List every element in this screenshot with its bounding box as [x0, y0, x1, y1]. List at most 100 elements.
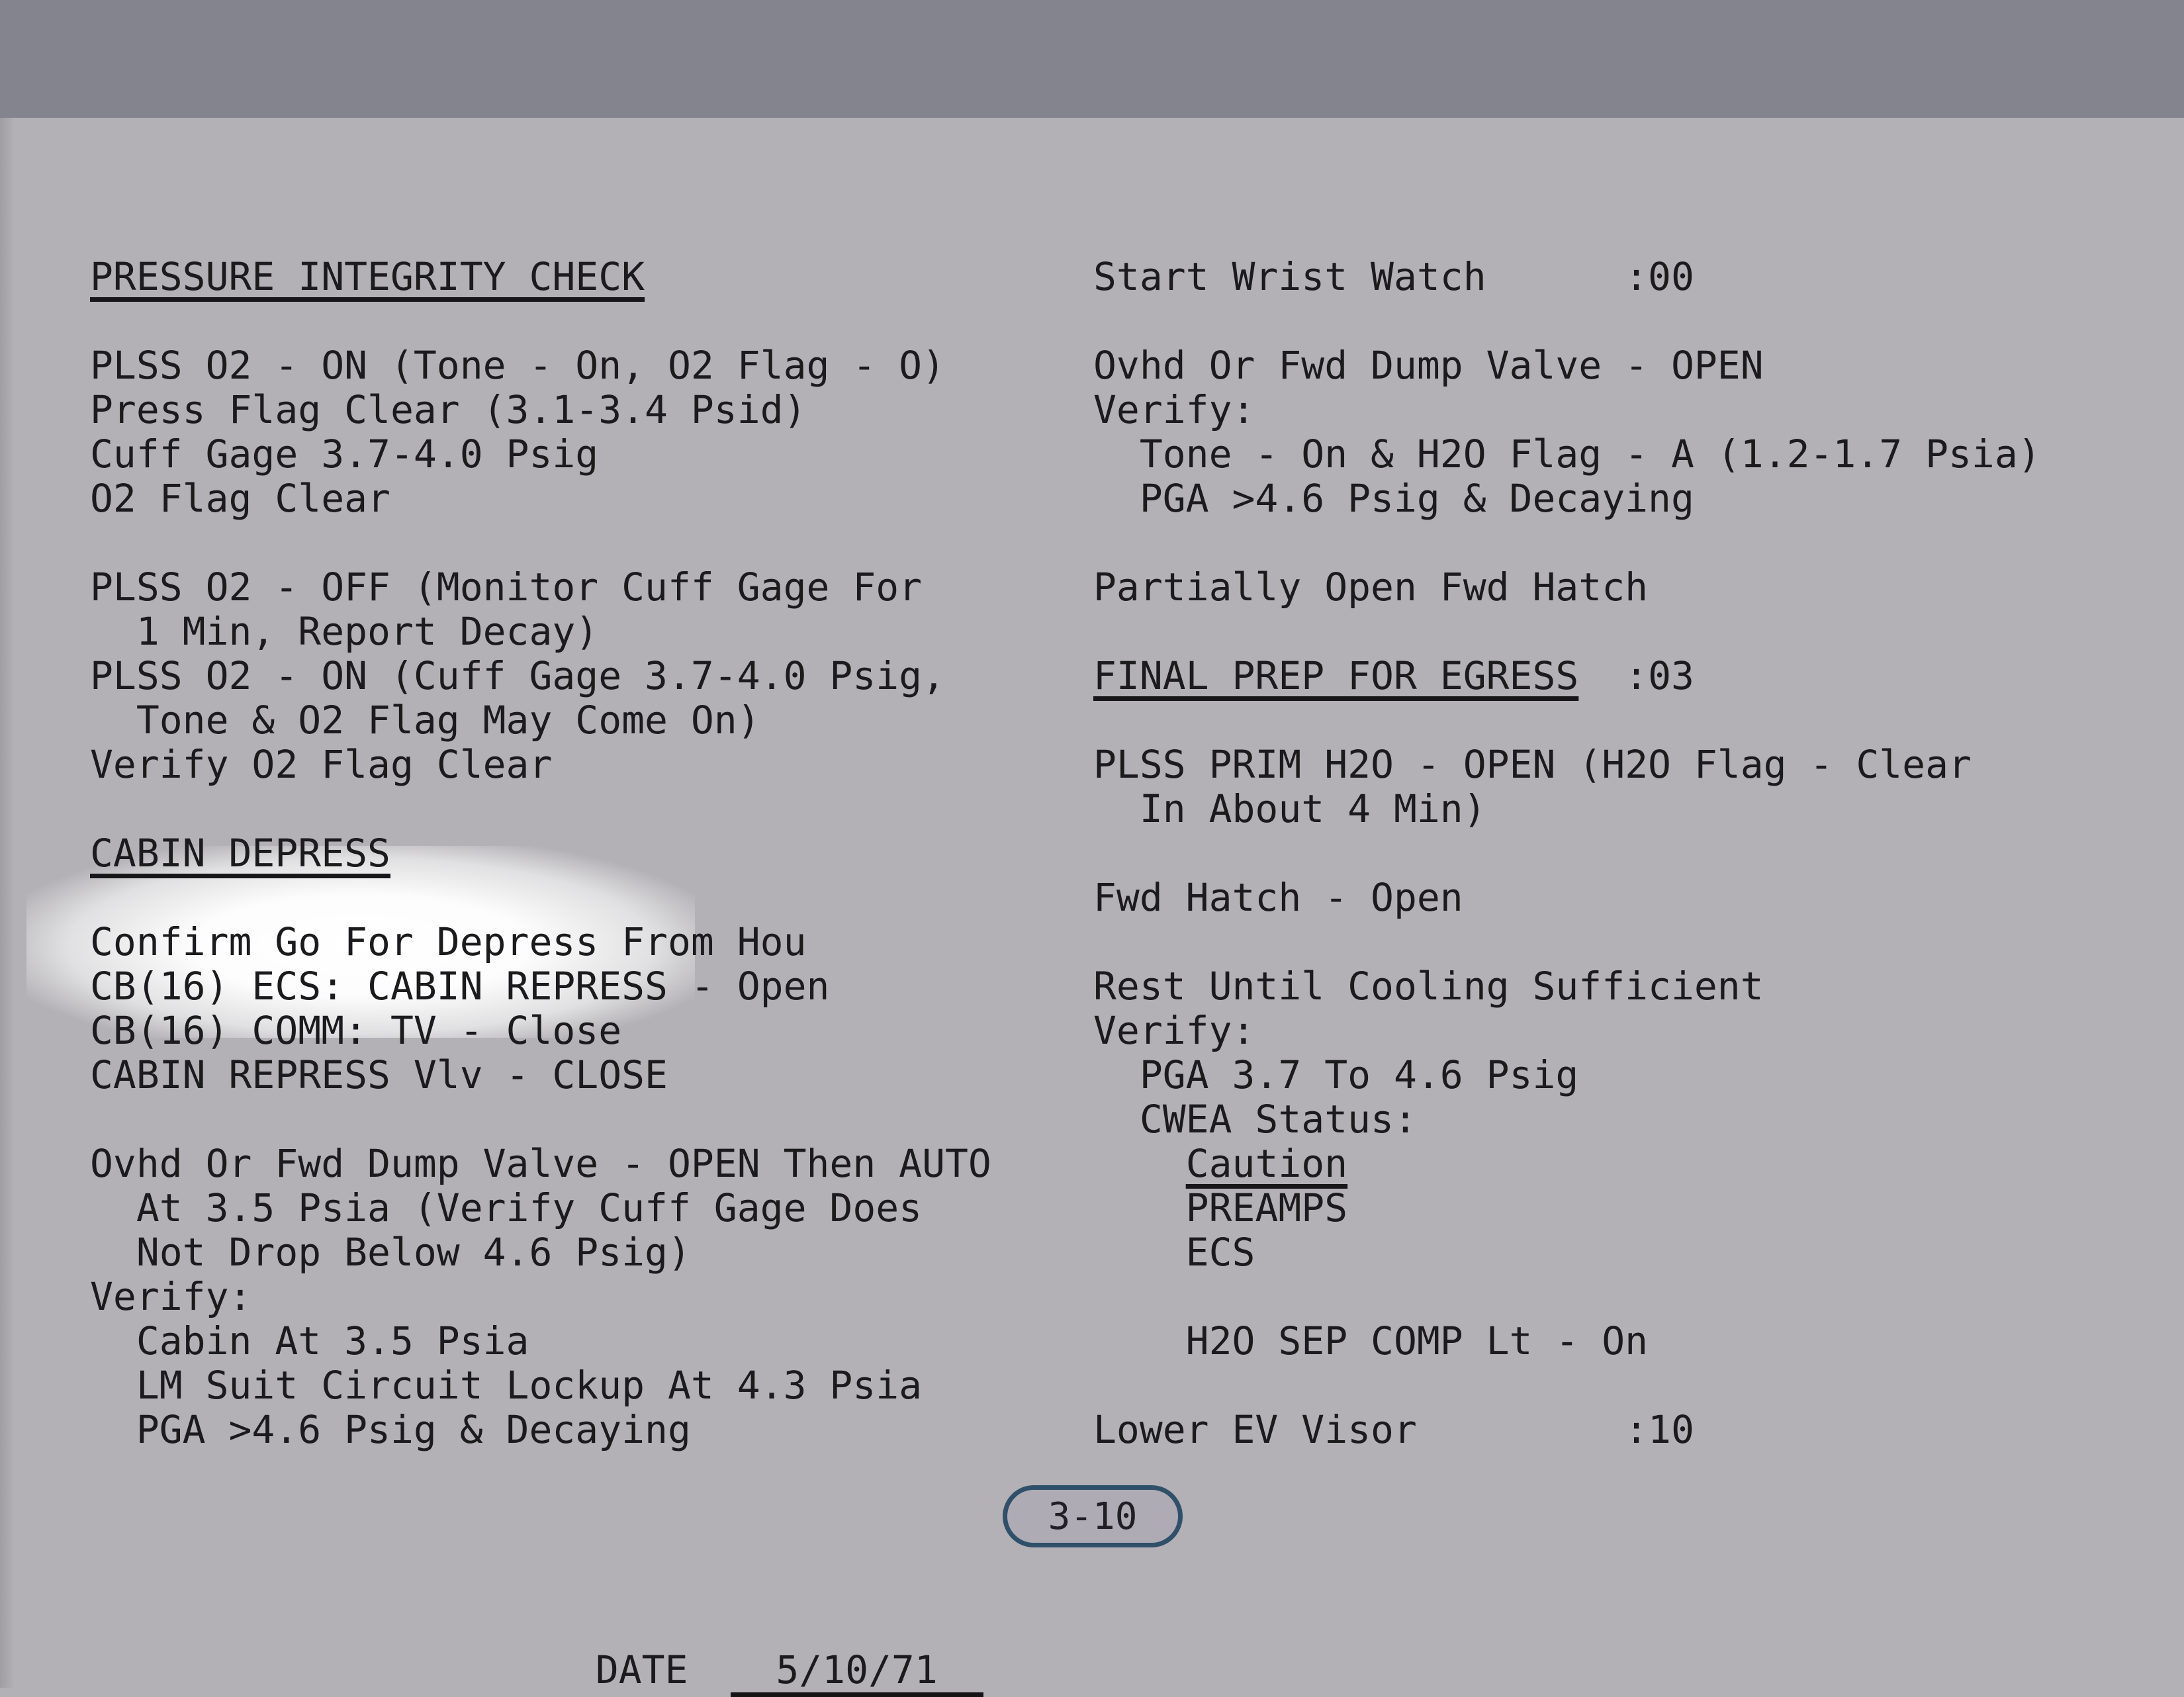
checklist-line: Start Wrist Watch :00 — [1093, 255, 2041, 299]
checklist-line — [90, 876, 991, 920]
line-text: Lower EV Visor :10 — [1093, 1407, 1694, 1452]
checklist-line: PGA 3.7 To 4.6 Psig — [1093, 1053, 2041, 1097]
checklist-line — [90, 787, 991, 831]
line-text: Cuff Gage 3.7-4.0 Psig — [90, 432, 598, 477]
line-underlined-text: FINAL PREP FOR EGRESS — [1093, 653, 1578, 698]
line-text: Confirm Go For Depress From Hou — [90, 919, 807, 964]
checklist-line — [1093, 1275, 2041, 1319]
checklist-line — [1093, 610, 2041, 654]
checklist-line: Ovhd Or Fwd Dump Valve - OPEN Then AUTO — [90, 1142, 991, 1186]
line-text: O2 Flag Clear — [90, 476, 390, 521]
line-text: Rest Until Cooling Sufficient — [1093, 964, 1764, 1009]
checklist-line: PRESSURE INTEGRITY CHECK — [90, 255, 991, 299]
line-text: Start Wrist Watch :00 — [1093, 254, 1694, 299]
checklist-line: Rest Until Cooling Sufficient — [1093, 964, 2041, 1009]
page-edge-shadow — [0, 118, 15, 1688]
checklist-line: Cabin At 3.5 Psia — [90, 1319, 991, 1363]
line-text: Ovhd Or Fwd Dump Valve - OPEN — [1093, 343, 1764, 388]
scan-top-band — [0, 0, 2184, 118]
checklist-line: Verify O2 Flag Clear — [90, 743, 991, 787]
line-text: Cabin At 3.5 Psia — [90, 1318, 529, 1363]
checklist-line: PLSS O2 - OFF (Monitor Cuff Gage For — [90, 565, 991, 610]
checklist-line: ECS — [1093, 1230, 2041, 1275]
line-text: At 3.5 Psia (Verify Cuff Gage Does — [90, 1185, 922, 1230]
line-text: PLSS O2 - ON (Tone - On, O2 Flag - O) — [90, 343, 945, 388]
line-text: H2O SEP COMP Lt - On — [1093, 1318, 1648, 1363]
checklist-line: PLSS PRIM H2O - OPEN (H2O Flag - Clear — [1093, 743, 2041, 787]
checklist-line: H2O SEP COMP Lt - On — [1093, 1319, 2041, 1363]
checklist-line: In About 4 Min) — [1093, 787, 2041, 831]
line-text — [1093, 1141, 1186, 1186]
line-text: Verify: — [1093, 387, 1255, 432]
checklist-line: O2 Flag Clear — [90, 477, 991, 521]
checklist-line: PGA >4.6 Psig & Decaying — [1093, 477, 2041, 521]
checklist-line: LM Suit Circuit Lockup At 4.3 Psia — [90, 1363, 991, 1408]
checklist-line — [1093, 299, 2041, 344]
checklist-line: Fwd Hatch - Open — [1093, 876, 2041, 920]
checklist-line — [1093, 1363, 2041, 1408]
checklist-line: Caution — [1093, 1142, 2041, 1186]
line-text: Ovhd Or Fwd Dump Valve - OPEN Then AUTO — [90, 1141, 991, 1186]
checklist-line: PREAMPS — [1093, 1186, 2041, 1230]
checklist-line: Tone - On & H2O Flag - A (1.2-1.7 Psia) — [1093, 432, 2041, 477]
checklist-line: CWEA Status: — [1093, 1097, 2041, 1142]
checklist-line: CB(16) ECS: CABIN REPRESS - Open — [90, 964, 991, 1009]
checklist-line: FINAL PREP FOR EGRESS :03 — [1093, 654, 2041, 698]
line-text: PGA >4.6 Psig & Decaying — [90, 1407, 691, 1452]
line-trailing-text: :03 — [1578, 653, 1694, 698]
line-text: CB(16) COMM: TV - Close — [90, 1008, 621, 1053]
line-underlined-text: PRESSURE INTEGRITY CHECK — [90, 254, 645, 299]
checklist-line — [1093, 920, 2041, 964]
line-text: PGA >4.6 Psig & Decaying — [1093, 476, 1694, 521]
page-number-badge: 3-10 — [1003, 1485, 1183, 1547]
line-text: PLSS O2 - OFF (Monitor Cuff Gage For — [90, 565, 922, 610]
checklist-line: Ovhd Or Fwd Dump Valve - OPEN — [1093, 344, 2041, 388]
line-text: CABIN REPRESS Vlv - CLOSE — [90, 1052, 668, 1097]
checklist-line: Partially Open Fwd Hatch — [1093, 565, 2041, 610]
checklist-line — [90, 1097, 991, 1142]
checklist-line — [1093, 521, 2041, 565]
line-text: Verify O2 Flag Clear — [90, 742, 552, 787]
line-text: Tone - On & H2O Flag - A (1.2-1.7 Psia) — [1093, 432, 2041, 477]
line-text: Verify: — [1093, 1008, 1255, 1053]
checklist-line: CABIN DEPRESS — [90, 831, 991, 876]
checklist-line: Cuff Gage 3.7-4.0 Psig — [90, 432, 991, 477]
checklist-line: 1 Min, Report Decay) — [90, 610, 991, 654]
line-text: PREAMPS — [1093, 1185, 1347, 1230]
checklist-line: Verify: — [1093, 388, 2041, 432]
date-row: DATE5/10/71 — [549, 1604, 983, 1697]
line-text: Press Flag Clear (3.1-3.4 Psid) — [90, 387, 807, 432]
right-column: Start Wrist Watch :00 Ovhd Or Fwd Dump Va… — [1093, 166, 2041, 1452]
line-text: In About 4 Min) — [1093, 786, 1486, 831]
checklist-line: Verify: — [1093, 1009, 2041, 1053]
checklist-line — [1093, 698, 2041, 743]
date-label: DATE — [596, 1648, 688, 1692]
line-text: CB(16) ECS: CABIN REPRESS - Open — [90, 964, 829, 1009]
line-underlined-text: CABIN DEPRESS — [90, 831, 390, 876]
checklist-line: CB(16) COMM: TV - Close — [90, 1009, 991, 1053]
line-text: Partially Open Fwd Hatch — [1093, 565, 1648, 610]
line-text: PLSS PRIM H2O - OPEN (H2O Flag - Clear — [1093, 742, 1972, 787]
checklist-line: Confirm Go For Depress From Hou — [90, 920, 991, 964]
checklist-line — [90, 299, 991, 344]
checklist-line: CABIN REPRESS Vlv - CLOSE — [90, 1053, 991, 1097]
line-text: PLSS O2 - ON (Cuff Gage 3.7-4.0 Psig, — [90, 653, 945, 698]
left-column: PRESSURE INTEGRITY CHECK PLSS O2 - ON (To… — [90, 166, 991, 1452]
checklist-line: PLSS O2 - ON (Tone - On, O2 Flag - O) — [90, 344, 991, 388]
checklist-line — [90, 521, 991, 565]
line-text: PGA 3.7 To 4.6 Psig — [1093, 1052, 1578, 1097]
checklist-line — [1093, 831, 2041, 876]
line-text: Fwd Hatch - Open — [1093, 875, 1463, 920]
page-number: 3-10 — [1048, 1495, 1138, 1538]
checklist-line: Lower EV Visor :10 — [1093, 1408, 2041, 1452]
scanned-checklist-page: { "page": { "kind": "scanned cuff checkl… — [0, 0, 2184, 1688]
line-underlined-text: Caution — [1186, 1141, 1347, 1186]
checklist-line: Tone & O2 Flag May Come On) — [90, 698, 991, 743]
line-text: LM Suit Circuit Lockup At 4.3 Psia — [90, 1363, 922, 1408]
checklist-line: At 3.5 Psia (Verify Cuff Gage Does — [90, 1186, 991, 1230]
line-text: ECS — [1093, 1230, 1255, 1275]
checklist-line: PLSS O2 - ON (Cuff Gage 3.7-4.0 Psig, — [90, 654, 991, 698]
checklist-line: PGA >4.6 Psig & Decaying — [90, 1408, 991, 1452]
checklist-line: Verify: — [90, 1275, 991, 1319]
line-text: 1 Min, Report Decay) — [90, 609, 598, 654]
